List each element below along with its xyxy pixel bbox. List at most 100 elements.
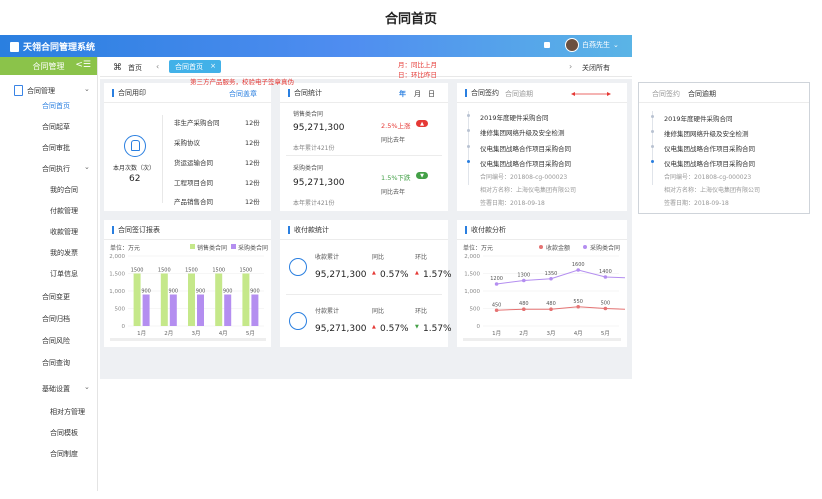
- legend-swatch: [190, 244, 195, 249]
- sidebar-header[interactable]: 合同管理 <☰: [0, 57, 97, 75]
- sign-item[interactable]: 2019年度硬件采购合同: [480, 112, 549, 122]
- data-point: [576, 268, 580, 272]
- lock-icon[interactable]: [544, 42, 550, 48]
- data-point: [603, 306, 608, 311]
- sidebar-item-change[interactable]: 合同变更: [42, 292, 70, 302]
- sign-item[interactable]: 仪电集团战略合作项目采购合同: [480, 158, 571, 168]
- x-tick-label: 2月: [164, 330, 173, 337]
- data-label: 1500: [158, 268, 171, 274]
- legend-sales: 销售类合同: [197, 245, 228, 252]
- sidebar-item-my-contracts[interactable]: 我的合同: [50, 185, 78, 195]
- sidebar-item-invoice[interactable]: 我的发票: [50, 248, 78, 258]
- sign-item[interactable]: 维修集团网络升级及安全检测: [480, 127, 565, 137]
- y-tick-label: 0: [122, 324, 126, 330]
- pay-mom-label: 环比: [415, 308, 428, 315]
- timeline-dot: [651, 115, 654, 118]
- timeline-dot: [467, 129, 470, 132]
- count-value: 62: [129, 174, 141, 184]
- bar: [215, 273, 223, 326]
- sidebar-group-base[interactable]: 基础设置: [42, 384, 70, 394]
- sidebar-group-contract[interactable]: 合同管理: [14, 85, 55, 96]
- x-tick-label: 1月: [137, 330, 146, 337]
- pay-amount: 95,271,300: [315, 324, 367, 334]
- x-tick-label: 2月: [519, 330, 528, 337]
- document-icon: [14, 85, 23, 96]
- close-all-button[interactable]: 关闭所有: [582, 63, 610, 73]
- tab-sign[interactable]: 合同签约: [652, 89, 680, 99]
- overdue-item[interactable]: 仪电集团战略合作项目采购合同: [664, 143, 755, 153]
- sidebar-item-orders[interactable]: 订单信息: [50, 269, 78, 279]
- tab-sign[interactable]: 合同签约: [465, 89, 499, 97]
- data-point: [549, 307, 553, 311]
- unit-label: 单位：万元: [463, 245, 494, 252]
- scrollbar: [463, 338, 621, 341]
- card-contract-sign: 合同签约 合同逾期 2019年度硬件采购合同 维修集团网络升级及安全检测 仪电集…: [457, 83, 627, 211]
- user-menu[interactable]: 白燕先生 ⌄: [565, 38, 619, 52]
- card-title: 收付款分析: [465, 226, 506, 234]
- sidebar-item-payment[interactable]: 付款管理: [50, 206, 78, 216]
- y-tick-label: 1,500: [464, 272, 480, 278]
- overdue-item[interactable]: 2019年度硬件采购合同: [664, 113, 733, 123]
- sidebar-item-policy[interactable]: 合同制度: [50, 449, 78, 459]
- period-month[interactable]: 月: [414, 89, 421, 99]
- detail-date: 签署日期：2018-09-18: [664, 200, 729, 207]
- tab-contract-home[interactable]: 合同首页 ×: [169, 60, 221, 73]
- y-tick-label: 500: [470, 307, 481, 313]
- sidebar-item-risk[interactable]: 合同风险: [42, 336, 70, 346]
- data-point: [549, 276, 553, 281]
- x-tick-label: 3月: [547, 330, 556, 337]
- sidebar-item-template[interactable]: 合同模板: [50, 428, 78, 438]
- data-label: 1400: [599, 269, 612, 275]
- house-icon: [289, 312, 307, 330]
- tab-overdue[interactable]: 合同逾期: [688, 89, 716, 99]
- chevron-left-icon[interactable]: ‹: [156, 62, 159, 71]
- sidebar-group-exec[interactable]: 合同执行: [42, 164, 70, 174]
- sidebar-item-receipt[interactable]: 收款管理: [50, 227, 78, 237]
- data-label: 1600: [572, 262, 585, 268]
- data-label: 550: [573, 299, 583, 305]
- data-label: 1350: [545, 271, 558, 277]
- app-window: 天翎合同管理系统 白燕先生 ⌄ 合同管理 <☰ 合同管理 ⌄ 合同首页 合同起草…: [0, 35, 632, 491]
- close-icon[interactable]: ×: [210, 62, 216, 70]
- purchase-change: 1.5%下跌: [381, 174, 411, 182]
- seal-link[interactable]: 合同盖章: [229, 89, 257, 99]
- usage-row-label: 产品销售合同: [174, 198, 213, 206]
- usage-row-value: 12份: [245, 198, 260, 206]
- purchase-amount: 95,271,300: [293, 178, 345, 188]
- tab-overdue[interactable]: 合同逾期: [505, 89, 533, 99]
- sidebar-item-query[interactable]: 合同查询: [42, 358, 70, 368]
- data-label: 1300: [517, 273, 530, 279]
- usage-row-value: 12份: [245, 159, 260, 167]
- legend-swatch: [583, 245, 587, 249]
- sidebar-item-home[interactable]: 合同首页: [42, 101, 70, 111]
- timeline-dot: [467, 145, 470, 148]
- unit-label: 单位：万元: [110, 245, 141, 252]
- grid-icon[interactable]: ⌘: [113, 63, 122, 73]
- chevron-right-icon[interactable]: ›: [569, 62, 572, 71]
- chevron-down-icon[interactable]: ⌄: [84, 85, 90, 93]
- chevron-down-icon[interactable]: ⌄: [84, 163, 90, 171]
- sidebar-item-party[interactable]: 相对方管理: [50, 407, 85, 417]
- timeline-dot: [651, 130, 654, 133]
- legend-purchase: 采购类合同: [238, 245, 269, 252]
- sidebar-item-draft[interactable]: 合同起草: [42, 122, 70, 132]
- sidebar-item-approve[interactable]: 合同审批: [42, 143, 70, 153]
- brand-label: 天翎合同管理系统: [23, 43, 96, 53]
- period-year[interactable]: 年: [399, 89, 406, 99]
- timeline-dot: [467, 160, 470, 163]
- overdue-item[interactable]: 维修集团网络升级及安全检测: [664, 128, 749, 138]
- tab-home[interactable]: 首页: [128, 63, 142, 73]
- overdue-item[interactable]: 仪电集团战略合作项目采购合同: [664, 158, 755, 168]
- data-label: 1500: [185, 268, 198, 274]
- sales-total: 本年累计421份: [293, 145, 335, 152]
- sidebar-item-archive[interactable]: 合同归档: [42, 314, 70, 324]
- brand[interactable]: 天翎合同管理系统: [10, 40, 95, 53]
- period-day[interactable]: 日: [428, 89, 435, 99]
- sign-item[interactable]: 仪电集团战略合作项目采购合同: [480, 143, 571, 153]
- purchase-label: 采购类合同: [293, 165, 324, 172]
- bar: [160, 273, 168, 326]
- chevron-down-icon[interactable]: ⌄: [84, 383, 90, 391]
- collapse-icon[interactable]: <☰: [75, 60, 91, 70]
- arrow-up-icon: ▲: [416, 120, 428, 127]
- y-tick-label: 2,000: [464, 254, 480, 260]
